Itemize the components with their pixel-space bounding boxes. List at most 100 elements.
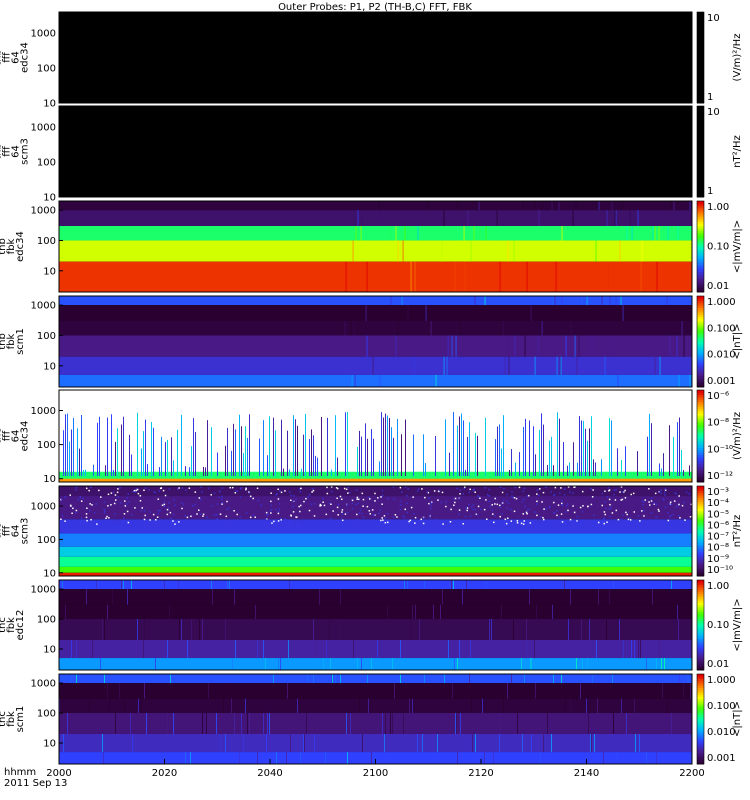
streak: [443, 210, 445, 226]
streak: [350, 320, 352, 336]
noise-speck: [239, 516, 242, 518]
streak: [169, 604, 170, 620]
noise-speck: [657, 508, 660, 511]
emission-spike: [581, 420, 582, 476]
noise-speck: [438, 489, 441, 492]
noise-speck: [538, 494, 540, 497]
noise-speck: [108, 517, 110, 519]
noise-speck: [218, 496, 221, 499]
streak: [144, 619, 145, 640]
noise-speck: [381, 494, 384, 496]
streak: [466, 580, 467, 590]
y-axis-label-line: edc34: [15, 231, 26, 262]
noise-speck: [298, 505, 300, 508]
noise-speck: [345, 488, 348, 491]
streak: [304, 734, 305, 753]
noise-speck: [249, 516, 252, 519]
noise-speck: [653, 502, 655, 504]
emission-spike: [73, 417, 74, 476]
streak: [407, 305, 409, 321]
streak: [384, 734, 385, 753]
noise-speck: [536, 489, 539, 491]
streak: [412, 604, 413, 620]
emission-spike: [495, 439, 496, 476]
noise-speck: [152, 513, 155, 516]
streak: [615, 296, 617, 306]
noise-speck: [650, 500, 653, 502]
streak: [335, 674, 336, 684]
noise-speck: [518, 486, 521, 489]
noise-speck: [114, 499, 117, 501]
emission-spike: [281, 419, 282, 476]
emission-spike: [541, 413, 542, 476]
emission-spike: [401, 434, 402, 476]
noise-speck: [280, 491, 283, 494]
noise-speck: [554, 493, 556, 496]
streak: [382, 713, 383, 734]
streak: [377, 640, 378, 659]
y-tick-label: 10: [43, 193, 56, 204]
noise-speck: [543, 508, 545, 510]
emission-spike: [141, 448, 142, 476]
noise-speck: [526, 509, 529, 511]
noise-speck: [284, 490, 286, 492]
gradient-band: [59, 546, 692, 557]
noise-speck: [529, 522, 532, 524]
freq-band: [59, 658, 692, 670]
streak: [451, 580, 452, 590]
noise-speck: [550, 491, 552, 493]
emission-spike: [105, 465, 106, 476]
noise-speck: [292, 500, 294, 502]
streak: [447, 335, 449, 357]
streak: [359, 698, 360, 714]
streak: [290, 734, 291, 753]
noise-speck: [605, 507, 607, 510]
noise-speck: [265, 514, 268, 517]
noise-speck: [522, 523, 525, 525]
noise-speck: [326, 492, 329, 495]
noise-speck: [674, 492, 676, 494]
emission-spike: [405, 419, 406, 476]
noise-speck: [313, 503, 316, 505]
noise-speck: [609, 503, 611, 506]
streak: [469, 674, 470, 684]
streak: [654, 225, 656, 241]
streak: [619, 619, 620, 640]
colorbar-label: <|mV/m|>: [732, 598, 743, 651]
streak: [504, 356, 506, 375]
emission-spike: [557, 412, 558, 476]
streak: [178, 580, 179, 590]
noise-speck: [149, 519, 151, 521]
noise-speck: [303, 500, 305, 503]
noise-speck: [341, 513, 344, 515]
colorbar-tick-label: 10⁻⁹: [707, 554, 729, 565]
emission-spike: [241, 426, 242, 476]
noise-speck: [561, 521, 564, 523]
streak: [367, 674, 368, 684]
streak: [489, 619, 490, 640]
emission-spike: [523, 426, 524, 476]
streak: [560, 356, 562, 375]
emission-spike: [577, 462, 578, 476]
colorbar-tick-label: 10: [707, 13, 720, 24]
streak: [132, 734, 133, 753]
streak: [421, 589, 422, 605]
noise-speck: [659, 521, 662, 523]
streak: [499, 261, 501, 292]
streak: [353, 640, 354, 659]
noise-speck: [545, 486, 547, 489]
noise-speck: [110, 503, 112, 506]
streak: [513, 240, 515, 262]
noise-speck: [407, 488, 409, 490]
noise-speck: [369, 513, 372, 515]
noise-speck: [622, 514, 624, 517]
noise-speck: [118, 519, 120, 522]
emission-spike: [535, 454, 536, 476]
noise-speck: [592, 489, 594, 491]
noise-speck: [513, 496, 516, 499]
noise-speck: [173, 499, 175, 501]
noise-speck: [341, 509, 344, 511]
streak: [639, 734, 640, 753]
noise-speck: [369, 498, 371, 500]
streak: [397, 240, 399, 262]
